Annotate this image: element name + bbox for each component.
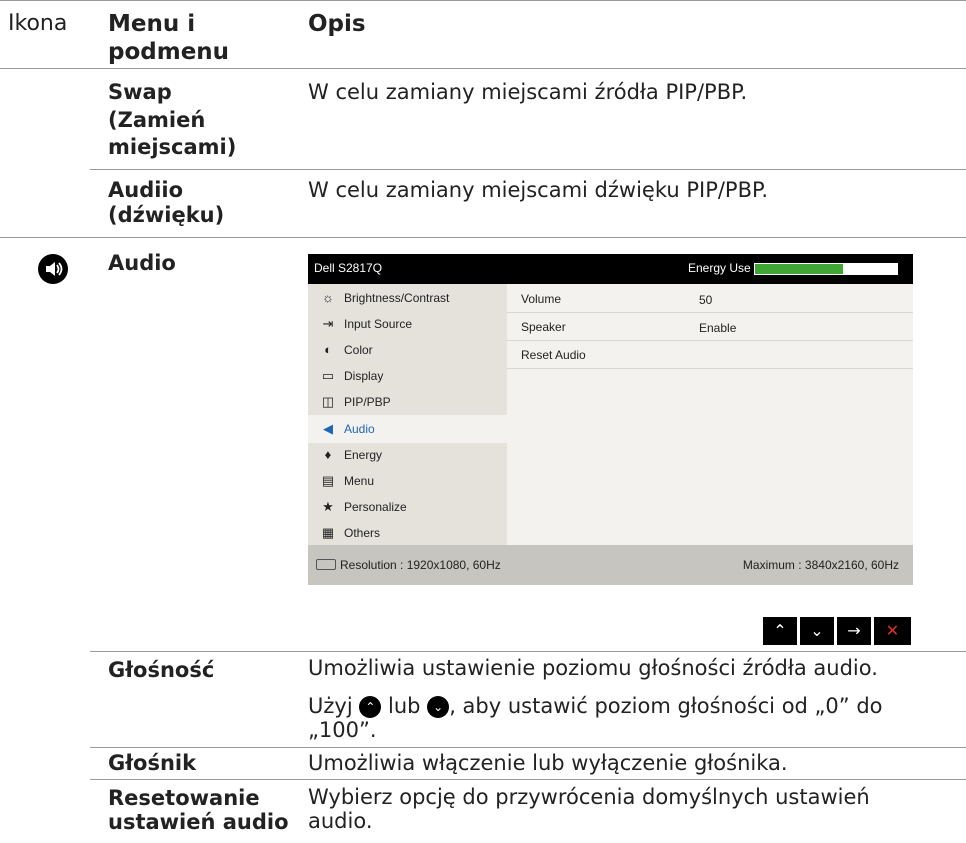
osd-setting-key: Reset Audio: [521, 348, 586, 362]
osd-menu-item-label: PIP/PBP: [344, 395, 391, 410]
osd-setting-value: 50: [699, 293, 713, 307]
osd-setting-value: Enable: [699, 321, 737, 335]
osd-menu-list: ☼ Brightness/Contrast ⇥ Input Source ◐ Color ▭…: [308, 284, 507, 545]
osd-menu-item-label: Audio: [344, 421, 375, 436]
energy-use-bar: [754, 263, 898, 275]
desc-or-text: lub: [388, 694, 421, 718]
osd-menu-item-brightness-contrast[interactable]: ☼ Brightness/Contrast: [308, 284, 507, 312]
column-header-menu: Menu i podmenu: [108, 11, 230, 65]
brightness-icon: ☼: [322, 290, 334, 305]
osd-menu-item-label: Personalize: [344, 499, 407, 514]
up-arrow-button[interactable]: ⌃: [763, 617, 797, 645]
osd-menu-item-label: Others: [344, 525, 381, 540]
osd-menu-item-menu[interactable]: ▤ Menu: [308, 467, 507, 495]
down-circle-icon: ⌄: [427, 696, 450, 718]
menu-audiio-line1: Audiio: [108, 178, 184, 202]
osd-menu-item-label: Menu: [344, 473, 375, 488]
osd-screenshot: Dell S2817Q Energy Use ☼ Brightness/Contr…: [308, 254, 913, 585]
menu-glosnik: Głośnik: [108, 751, 197, 775]
energy-icon: ♦: [324, 446, 332, 462]
desc-use-text: Użyj: [308, 694, 353, 718]
osd-menu-item-display[interactable]: ▭ Display: [308, 362, 507, 390]
desc-range-text: , aby ustawić poziom głośności od „0” do: [449, 694, 883, 718]
desc-glosnosc-line2: Użyj ⌃ lub ⌄, aby ustawić poziom głośnoś…: [308, 692, 883, 720]
desc-glosnosc-line3: „100”.: [308, 718, 377, 742]
color-icon: ◐: [324, 342, 332, 358]
osd-menu-item-energy[interactable]: ♦ Energy: [308, 441, 507, 469]
osd-status-bar: Resolution : 1920x1080, 60Hz Maximum : 3…: [308, 545, 913, 585]
osd-setting-key: Speaker: [521, 320, 566, 334]
energy-use-fill: [755, 264, 844, 274]
menu-swap-line1: Swap: [108, 80, 172, 104]
up-circle-icon: ⌃: [359, 696, 382, 718]
desc-reset-line1: Wybierz opcję do przywrócenia domyślnych…: [308, 785, 870, 809]
osd-maximum: Maximum : 3840x2160, 60Hz: [742, 558, 899, 572]
menu-reset-line2: ustawień audio: [108, 810, 289, 834]
resolution-icon: [316, 559, 336, 570]
column-header-description: Opis: [308, 11, 366, 37]
input-source-icon: ⇥: [322, 316, 334, 332]
desc-reset-line2: audio.: [308, 809, 373, 833]
column-header-icon: Ikona: [8, 11, 68, 36]
osd-menu-item-audio[interactable]: ◀ Audio: [308, 414, 507, 443]
menu-icon: ▤: [321, 472, 335, 488]
osd-setting-key: Volume: [521, 292, 562, 306]
osd-resolution: Resolution : 1920x1080, 60Hz: [340, 558, 501, 572]
menu-audio: Audio: [108, 251, 176, 275]
osd-menu-item-pip-pbp[interactable]: ◫ PIP/PBP: [308, 388, 507, 416]
close-button[interactable]: ✕: [874, 617, 911, 645]
pip-pbp-icon: ◫: [321, 394, 335, 410]
osd-title-bar: Dell S2817Q Energy Use: [308, 254, 913, 284]
osd-menu-item-input-source[interactable]: ⇥ Input Source: [308, 310, 507, 338]
osd-setting-row[interactable]: Volume 50: [507, 284, 913, 313]
audio-icon: ◀: [323, 420, 333, 436]
osd-menu-item-label: Brightness/Contrast: [344, 291, 450, 305]
osd-settings-panel: Volume 50 Speaker Enable Reset Audio: [507, 284, 913, 545]
osd-menu-item-label: Display: [344, 369, 384, 384]
osd-menu-item-label: Color: [344, 343, 373, 358]
desc-glosnik: Umożliwia włączenie lub wyłączenie głośn…: [308, 751, 788, 775]
osd-menu-item-personalize[interactable]: ★ Personalize: [308, 493, 507, 521]
menu-swap-line2: (Zamień: [108, 108, 206, 132]
osd-menu-item-label: Input Source: [344, 317, 413, 332]
osd-menu-item-label: Energy: [344, 447, 383, 462]
desc-swap: W celu zamiany miejscami źródła PIP/PBP.: [308, 80, 748, 104]
desc-glosnosc-line1: Umożliwia ustawienie poziomu głośności ź…: [308, 656, 878, 680]
osd-menu-item-others[interactable]: ▦ Others: [308, 519, 507, 547]
others-icon: ▦: [321, 524, 335, 540]
menu-glosnosc: Głośność: [108, 658, 215, 682]
osd-setting-row[interactable]: Reset Audio: [507, 340, 913, 369]
down-arrow-button[interactable]: ⌄: [800, 617, 834, 645]
right-arrow-button[interactable]: →: [837, 617, 871, 645]
menu-swap-line3: miejscami): [108, 135, 237, 159]
osd-menu-item-color[interactable]: ◐ Color: [308, 336, 507, 364]
menu-audiio-line2: (dźwięku): [108, 203, 225, 227]
display-icon: ▭: [321, 368, 335, 384]
desc-audiio: W celu zamiany miejscami dźwięku PIP/PBP…: [308, 178, 769, 202]
star-icon: ★: [322, 498, 334, 514]
osd-setting-row[interactable]: Speaker Enable: [507, 312, 913, 341]
osd-model-name: Dell S2817Q: [314, 261, 383, 275]
speaker-icon: [38, 254, 68, 284]
osd-energy-label: Energy Use: [688, 261, 751, 275]
